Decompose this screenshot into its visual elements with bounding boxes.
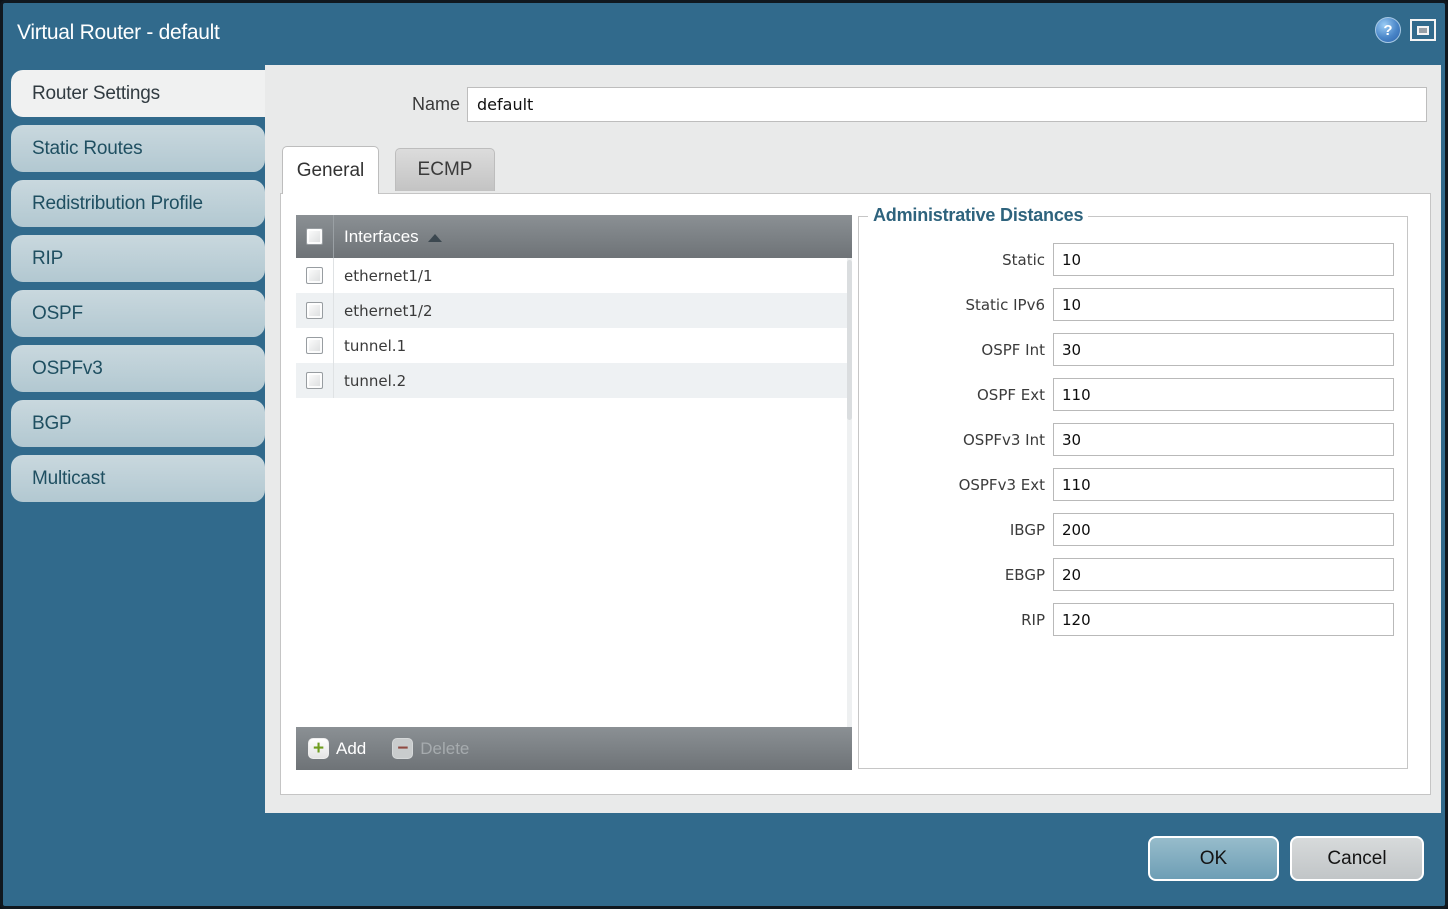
tab-bar: General ECMP (282, 146, 495, 194)
row-checkbox[interactable] (306, 372, 323, 389)
sidebar-item-label: BGP (32, 413, 72, 435)
interface-row[interactable]: ethernet1/2 (296, 293, 852, 328)
field-row: OSPF Int (859, 333, 1407, 366)
field-label: RIP (859, 611, 1045, 629)
field-input[interactable] (1053, 333, 1394, 366)
field-input[interactable] (1053, 603, 1394, 636)
field-row: OSPFv3 Ext (859, 468, 1407, 501)
field-row: OSPFv3 Int (859, 423, 1407, 456)
interface-name: ethernet1/2 (334, 302, 433, 320)
interfaces-column-header[interactable]: Interfaces (334, 227, 442, 247)
maximize-icon[interactable] (1410, 19, 1436, 41)
interface-name: ethernet1/1 (334, 267, 433, 285)
sidebar-item[interactable]: Static Routes (11, 125, 265, 172)
sidebar-item-label: OSPFv3 (32, 358, 103, 380)
question-glyph: ? (1383, 22, 1392, 39)
ok-button[interactable]: OK (1148, 836, 1279, 881)
field-label: Static (859, 251, 1045, 269)
name-label: Name (365, 87, 460, 122)
interface-row[interactable]: ethernet1/1 (296, 258, 852, 293)
row-checkbox-cell (296, 328, 334, 363)
select-all-checkbox[interactable] (306, 228, 323, 245)
admin-distances-fields: Static Static IPv6 OSPF Int (859, 243, 1407, 636)
help-icon[interactable]: ? (1375, 17, 1401, 43)
interfaces-table-body: ethernet1/1 ethernet1/2 (296, 258, 852, 727)
field-row: OSPF Ext (859, 378, 1407, 411)
field-input[interactable] (1053, 423, 1394, 456)
sidebar-item-label: Redistribution Profile (32, 193, 203, 215)
row-checkbox[interactable] (306, 302, 323, 319)
plus-icon: + (308, 738, 329, 759)
name-input[interactable] (467, 87, 1427, 122)
table-scrollbar[interactable] (847, 258, 852, 727)
field-label: IBGP (859, 521, 1045, 539)
field-label: OSPF Int (859, 341, 1045, 359)
field-label: Static IPv6 (859, 296, 1045, 314)
interface-name: tunnel.1 (334, 337, 406, 355)
field-input[interactable] (1053, 378, 1394, 411)
maximize-icon-inner (1417, 26, 1429, 35)
row-checkbox-cell (296, 363, 334, 398)
sidebar-item-label: Multicast (32, 468, 105, 490)
content-panel: Name General ECMP Interfac (265, 65, 1441, 813)
interfaces-column-title: Interfaces (344, 227, 419, 247)
row-checkbox-cell (296, 293, 334, 328)
select-all-cell (296, 215, 334, 258)
field-row: EBGP (859, 558, 1407, 591)
tab[interactable]: General (282, 146, 379, 194)
field-input[interactable] (1053, 513, 1394, 546)
sidebar-item[interactable]: RIP (11, 235, 265, 282)
dialog-title: Virtual Router - default (17, 21, 220, 45)
field-label: OSPF Ext (859, 386, 1045, 404)
sidebar-item[interactable]: OSPF (11, 290, 265, 337)
admin-distances-legend: Administrative Distances (868, 205, 1088, 226)
virtual-router-dialog: Virtual Router - default ? Router Settin… (0, 0, 1448, 909)
interface-row[interactable]: tunnel.2 (296, 363, 852, 398)
titlebar-icons: ? (1375, 17, 1436, 43)
tab[interactable]: ECMP (395, 148, 495, 191)
sort-ascending-icon (428, 234, 442, 242)
cancel-button[interactable]: Cancel (1290, 836, 1424, 881)
interface-name: tunnel.2 (334, 372, 406, 390)
field-row: IBGP (859, 513, 1407, 546)
delete-button[interactable]: − Delete (392, 738, 469, 759)
field-label: EBGP (859, 566, 1045, 584)
sidebar-item[interactable]: Redistribution Profile (11, 180, 265, 227)
sidebar-item[interactable]: Multicast (11, 455, 265, 502)
field-row: Static (859, 243, 1407, 276)
minus-icon: − (392, 738, 413, 759)
tab-label: ECMP (418, 159, 473, 181)
sidebar-nav: Router Settings Static Routes Redistribu… (11, 70, 271, 510)
interface-row[interactable]: tunnel.1 (296, 328, 852, 363)
interfaces-table-header: Interfaces (296, 215, 852, 258)
tab-label: General (297, 160, 365, 182)
sidebar-item[interactable]: BGP (11, 400, 265, 447)
sidebar-item-label: OSPF (32, 303, 83, 325)
interfaces-table: Interfaces ethernet1/1 (296, 215, 852, 770)
row-checkbox-cell (296, 258, 334, 293)
admin-distances-fieldset: Administrative Distances Static Static I… (858, 216, 1408, 769)
field-input[interactable] (1053, 558, 1394, 591)
field-label: OSPFv3 Int (859, 431, 1045, 449)
interfaces-table-footer: + Add − Delete (296, 727, 852, 770)
sidebar-item-label: RIP (32, 248, 63, 270)
sidebar-item[interactable]: Router Settings (11, 70, 271, 117)
add-button-label: Add (336, 739, 366, 759)
sidebar-item[interactable]: OSPFv3 (11, 345, 265, 392)
row-checkbox[interactable] (306, 337, 323, 354)
dialog-titlebar: Virtual Router - default ? (3, 3, 1445, 63)
sidebar-item-label: Static Routes (32, 138, 142, 160)
row-checkbox[interactable] (306, 267, 323, 284)
field-row: RIP (859, 603, 1407, 636)
delete-button-label: Delete (420, 739, 469, 759)
field-label: OSPFv3 Ext (859, 476, 1045, 494)
sidebar-item-label: Router Settings (32, 83, 160, 105)
field-input[interactable] (1053, 288, 1394, 321)
field-row: Static IPv6 (859, 288, 1407, 321)
field-input[interactable] (1053, 468, 1394, 501)
general-tab-panel: Interfaces ethernet1/1 (280, 193, 1431, 795)
add-button[interactable]: + Add (308, 738, 366, 759)
field-input[interactable] (1053, 243, 1394, 276)
